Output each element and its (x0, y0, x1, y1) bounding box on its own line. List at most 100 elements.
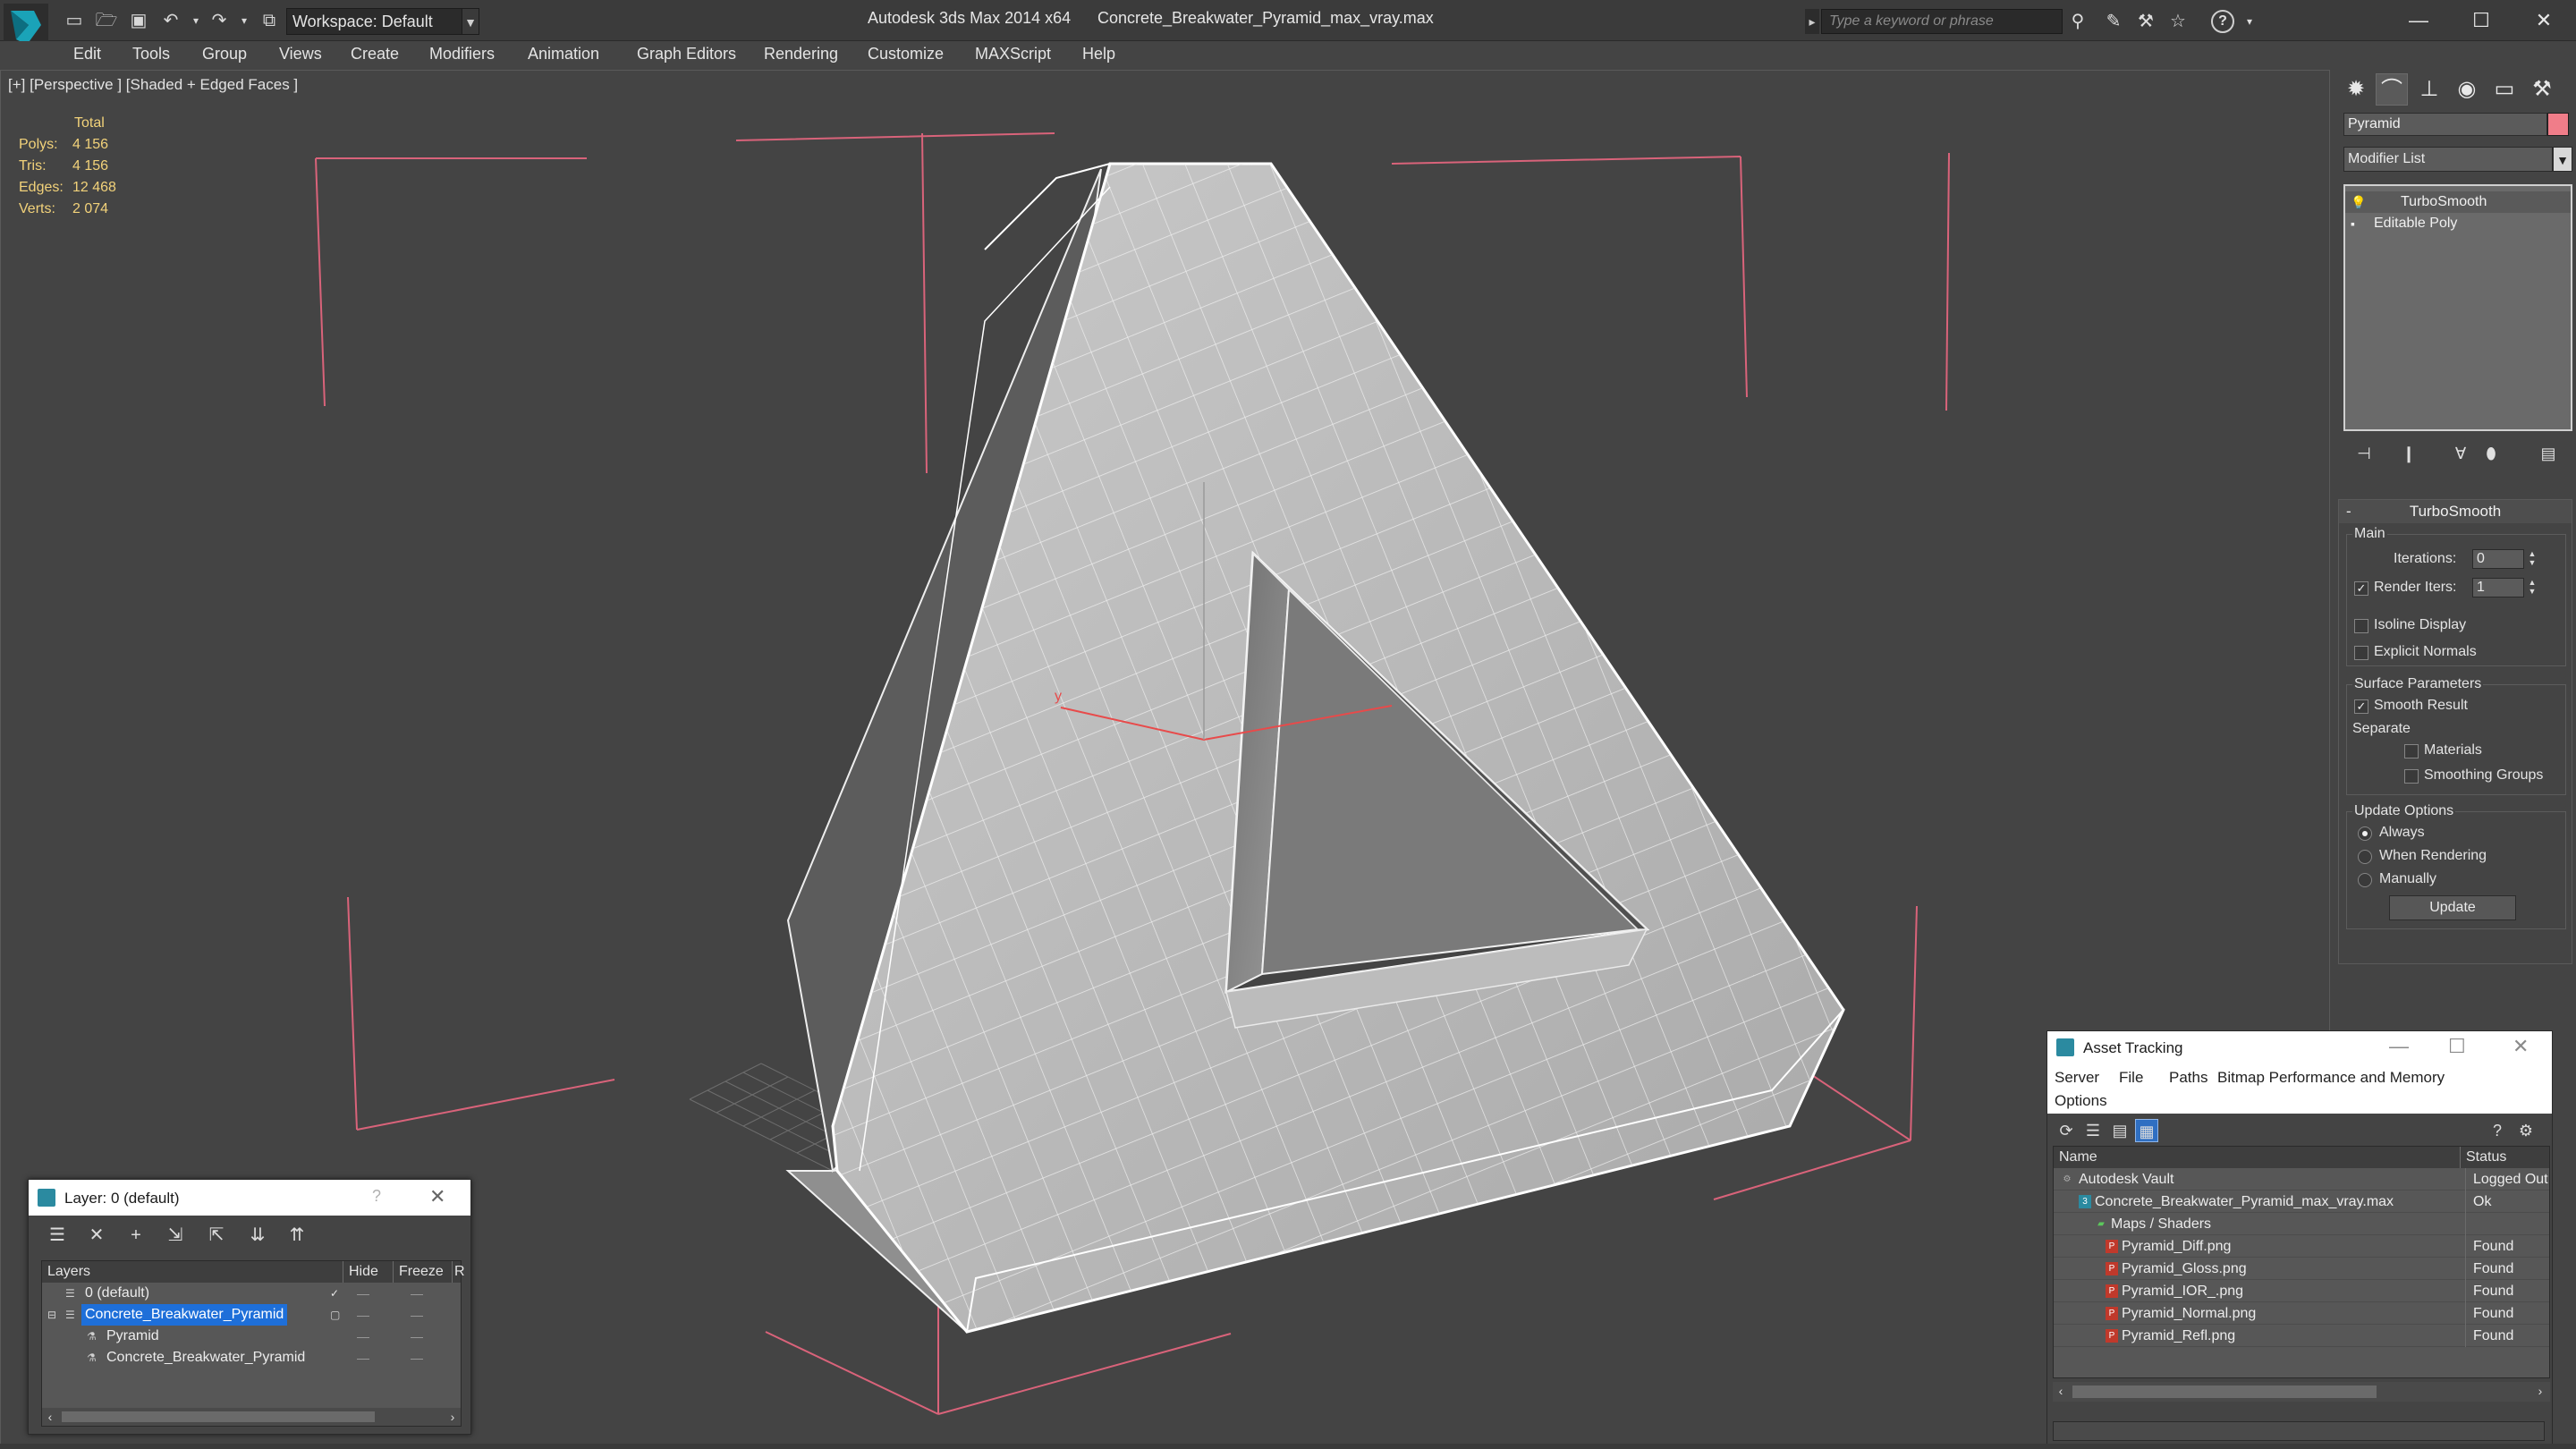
open-file-icon[interactable]: 🗁 (95, 9, 118, 32)
maximize-icon[interactable]: ☐ (2460, 5, 2503, 36)
asset-menu-server[interactable]: Server (2055, 1069, 2099, 1087)
asset-row[interactable]: P Pyramid_IOR_.png Found (2054, 1280, 2549, 1302)
isoline-display-checkbox[interactable] (2354, 619, 2368, 633)
hide-toggle[interactable]: — (357, 1347, 369, 1368)
hierarchy-tab-icon[interactable]: ⊥ (2413, 73, 2445, 106)
scroll-left-icon[interactable]: ‹ (42, 1408, 58, 1426)
collapse-minus-icon[interactable]: ⊟ (47, 1309, 60, 1321)
render-iters-spinner-arrows[interactable]: ▲ ▼ (2526, 578, 2538, 597)
layer-dialog-titlebar[interactable]: Layer: 0 (default) ? ✕ (29, 1180, 470, 1216)
modify-tab-icon[interactable]: ⌒ (2376, 73, 2408, 106)
layer-close-icon[interactable]: ✕ (429, 1185, 445, 1208)
asset-menu-bitmap-performance[interactable]: Bitmap Performance and Memory (2217, 1069, 2445, 1087)
asset-menu-options[interactable]: Options (2055, 1092, 2107, 1110)
asset-minimize-icon[interactable]: — (2389, 1035, 2409, 1058)
object-color-swatch[interactable] (2547, 113, 2569, 136)
stack-item-editable-poly[interactable]: ▪ Editable Poly (2345, 213, 2571, 234)
utilities-tab-icon[interactable]: ⚒ (2526, 73, 2558, 106)
communication-center-icon[interactable]: ⚒ (2134, 11, 2157, 32)
create-layer-icon[interactable]: + (123, 1223, 148, 1248)
when-rendering-radio[interactable] (2358, 850, 2372, 864)
asset-menu-file[interactable]: File (2119, 1069, 2143, 1087)
iterations-spinner-arrows[interactable]: ▲ ▼ (2526, 549, 2538, 569)
undo-icon[interactable]: ↶ (159, 9, 182, 32)
make-unique-icon[interactable]: ∀ (2449, 442, 2472, 465)
close-icon[interactable]: ✕ (2522, 5, 2565, 36)
layer-horizontal-scrollbar[interactable]: ‹ › (42, 1408, 461, 1426)
explicit-normals-checkbox[interactable] (2354, 646, 2368, 660)
smoothing-groups-checkbox[interactable] (2404, 769, 2419, 784)
show-end-result-icon[interactable]: ❙ (2397, 442, 2420, 465)
configure-modifier-sets-icon[interactable]: ▤ (2537, 442, 2560, 465)
display-tab-icon[interactable]: ▭ (2488, 73, 2521, 106)
favorites-star-icon[interactable]: ☆ (2166, 11, 2190, 32)
object-row[interactable]: ⚗ Concrete_Breakwater_Pyramid — — (42, 1347, 461, 1368)
asset-row[interactable]: ⚙ Autodesk Vault Logged Out (2054, 1168, 2549, 1191)
smooth-result-checkbox[interactable]: ✓ (2354, 699, 2368, 714)
asset-settings-icon[interactable]: ⚙ (2514, 1119, 2538, 1142)
help-dropdown-icon[interactable]: ▾ (2238, 11, 2261, 32)
layer-row[interactable]: ☰ 0 (default) ✓ — — (42, 1283, 461, 1304)
search-input[interactable]: Type a keyword or phrase (1821, 9, 2063, 34)
binoculars-icon[interactable]: ⚲ (2066, 11, 2089, 32)
layers-column-header[interactable]: Layers (47, 1261, 90, 1283)
layer-help-icon[interactable]: ? (372, 1187, 381, 1206)
scrollbar-thumb[interactable] (2072, 1385, 2377, 1398)
lightbulb-icon[interactable]: 💡 (2351, 195, 2366, 209)
menu-create[interactable]: Create (351, 45, 399, 64)
modifier-list-select[interactable]: Modifier List (2343, 147, 2553, 172)
render-iters-checkbox[interactable]: ✓ (2354, 581, 2368, 596)
modifier-list-dropdown-icon[interactable]: ▼ (2553, 147, 2572, 172)
select-objects-icon[interactable]: ⇱ (204, 1223, 229, 1248)
menu-maxscript[interactable]: MAXScript (975, 45, 1051, 64)
delete-layer-icon[interactable]: ✕ (84, 1223, 109, 1248)
remove-modifier-icon[interactable]: ⬮ (2479, 442, 2503, 465)
iterations-spinner[interactable]: 0 (2472, 549, 2524, 569)
freeze-toggle[interactable]: — (411, 1326, 423, 1347)
layer-manager-icon[interactable]: ☰ (45, 1223, 70, 1248)
freeze-toggle[interactable]: — (411, 1304, 423, 1326)
menu-modifiers[interactable]: Modifiers (429, 45, 495, 64)
hide-toggle[interactable]: — (357, 1283, 369, 1304)
name-column-header[interactable]: Name (2059, 1147, 2097, 1168)
update-button[interactable]: Update (2389, 895, 2516, 920)
undo-dropdown-icon[interactable]: ▾ (184, 9, 208, 32)
redo-icon[interactable]: ↷ (208, 9, 231, 32)
freeze-toggle[interactable]: — (411, 1347, 423, 1368)
add-selected-icon[interactable]: ⇲ (163, 1223, 188, 1248)
search-expand-icon[interactable]: ▸ (1805, 9, 1819, 34)
project-folder-icon[interactable]: ⧉ (258, 9, 281, 32)
menu-rendering[interactable]: Rendering (764, 45, 838, 64)
always-radio[interactable] (2358, 826, 2372, 841)
help-icon[interactable]: ? (2211, 10, 2234, 33)
details-view-icon[interactable]: ▤ (2108, 1119, 2131, 1142)
motion-tab-icon[interactable]: ◉ (2451, 73, 2483, 106)
object-name-field[interactable]: Pyramid (2343, 113, 2547, 136)
stack-item-turbosmooth[interactable]: 💡 TurboSmooth (2345, 191, 2571, 213)
materials-checkbox[interactable] (2404, 744, 2419, 758)
hide-toggle[interactable]: — (357, 1326, 369, 1347)
manually-radio[interactable] (2358, 873, 2372, 887)
asset-dialog-titlebar[interactable]: Asset Tracking — ☐ ✕ (2047, 1031, 2552, 1063)
render-iters-spinner[interactable]: 1 (2472, 578, 2524, 597)
asset-row[interactable]: P Pyramid_Refl.png Found (2054, 1325, 2549, 1347)
save-file-icon[interactable]: ▣ (127, 9, 150, 32)
layer-row-selected[interactable]: ⊟ ☰ Concrete_Breakwater_Pyramid ▢ — — (42, 1304, 461, 1326)
freeze-toggle[interactable]: — (411, 1283, 423, 1304)
asset-maximize-icon[interactable]: ☐ (2448, 1035, 2466, 1058)
asset-horizontal-scrollbar[interactable]: ‹ › (2053, 1382, 2550, 1402)
menu-animation[interactable]: Animation (528, 45, 599, 64)
menu-edit[interactable]: Edit (73, 45, 101, 64)
asset-menu-paths[interactable]: Paths (2169, 1069, 2207, 1087)
list-view-icon[interactable]: ☰ (2081, 1119, 2105, 1142)
create-tab-icon[interactable]: ✹ (2340, 73, 2372, 106)
asset-close-icon[interactable]: ✕ (2512, 1035, 2529, 1058)
pin-stack-icon[interactable]: ⊣ (2352, 442, 2376, 465)
menu-help[interactable]: Help (1082, 45, 1115, 64)
render-column-header[interactable]: R (452, 1261, 465, 1283)
expand-plus-icon[interactable]: ▪ (2351, 216, 2363, 231)
active-layer-check-icon[interactable]: ✓ (330, 1287, 343, 1300)
hide-unhide-icon[interactable]: ⇈ (284, 1223, 309, 1248)
workspace-dropdown-icon[interactable]: ▼ (462, 8, 479, 35)
scroll-left-icon[interactable]: ‹ (2053, 1382, 2069, 1400)
